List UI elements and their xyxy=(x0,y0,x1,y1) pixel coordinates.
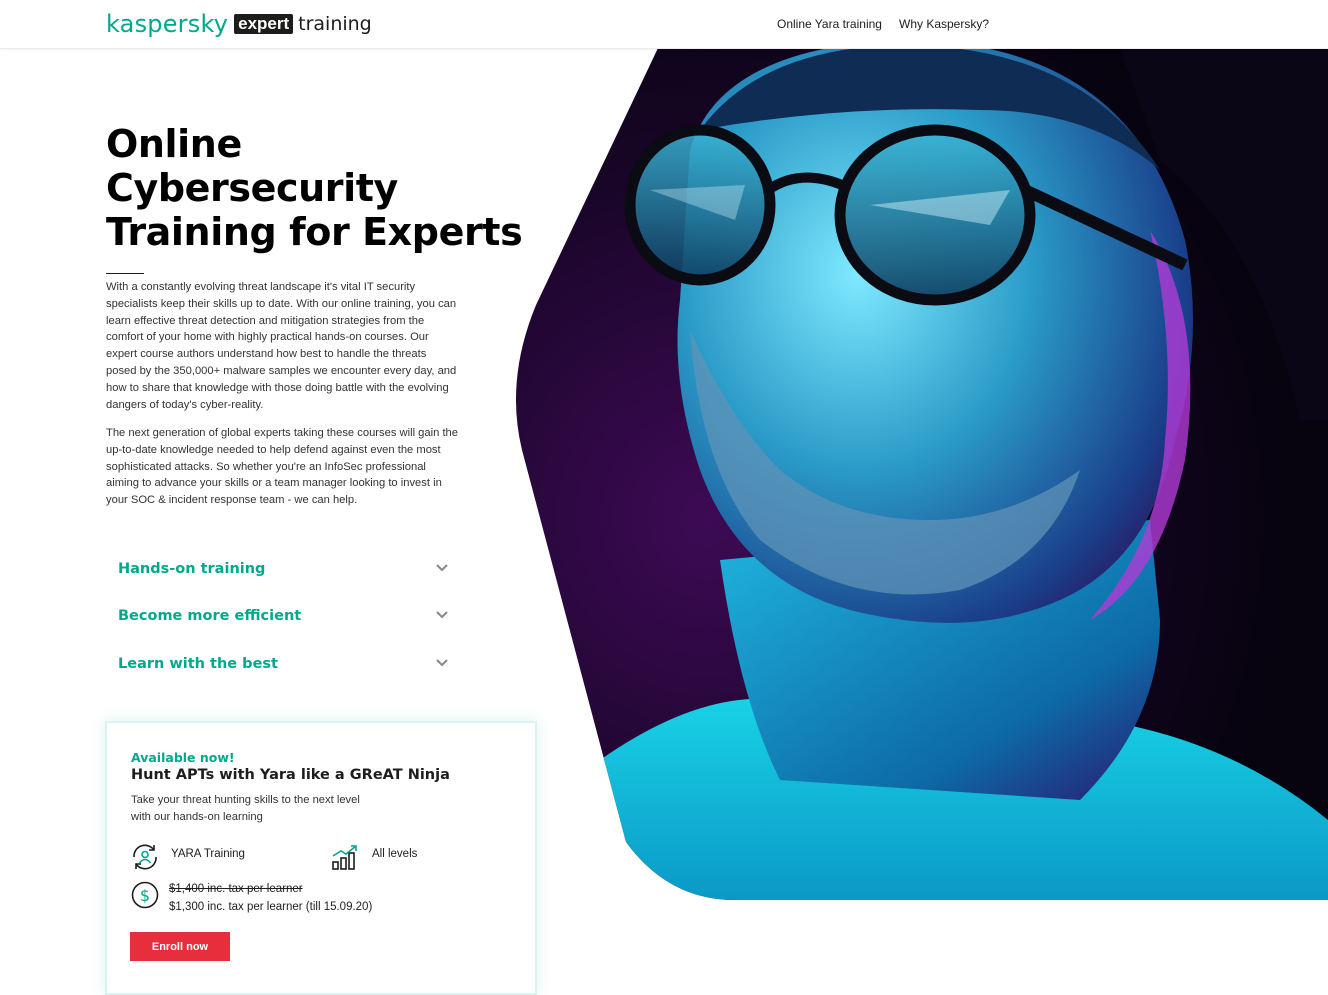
logo-suffix-text: training xyxy=(298,13,372,35)
nav-link-why-kaspersky[interactable]: Why Kaspersky? xyxy=(899,17,989,31)
user-refresh-icon xyxy=(133,844,157,870)
logo-badge-text: expert xyxy=(234,14,294,34)
course-card: Available now! Hunt APTs with Yara like … xyxy=(105,721,537,995)
availability-badge: Available now! xyxy=(131,750,235,765)
accordion-become-more-efficient[interactable]: Become more efficient xyxy=(118,602,450,632)
kaspersky-expert-training-logo[interactable]: kaspersky expert training xyxy=(106,9,372,39)
enroll-now-button[interactable]: Enroll now xyxy=(130,932,230,961)
chevron-down-icon xyxy=(436,659,448,667)
title-divider xyxy=(106,273,144,274)
feature-label-all-levels: All levels xyxy=(372,848,418,860)
course-title: Hunt APTs with Yara like a GReAT Ninja xyxy=(131,767,450,783)
page-title: Online Cybersecurity Training for Expert… xyxy=(106,122,523,254)
svg-text:$: $ xyxy=(140,886,150,905)
intro-paragraph-2: The next generation of global experts ta… xyxy=(106,427,458,507)
intro-paragraph-1: With a constantly evolving threat landsc… xyxy=(106,281,457,411)
accordion-label: Learn with the best xyxy=(118,656,278,672)
course-description: Take your threat hunting skills to the n… xyxy=(131,794,360,823)
chevron-down-icon xyxy=(436,564,448,572)
accordion-label: Become more efficient xyxy=(118,608,302,624)
price-discounted: $1,300 inc. tax per learner (till 15.09.… xyxy=(169,901,373,913)
growth-chart-icon xyxy=(332,845,357,870)
price-original: $1,400 inc. tax per learner xyxy=(169,883,303,895)
feature-label-yara-training: YARA Training xyxy=(171,848,245,860)
accordion-hands-on-training[interactable]: Hands-on training xyxy=(118,555,450,585)
accordion-learn-with-the-best[interactable]: Learn with the best xyxy=(118,650,450,680)
site-header: kaspersky expert training Online Yara tr… xyxy=(0,0,1328,49)
nav-link-online-yara-training[interactable]: Online Yara training xyxy=(777,17,882,31)
accordion-label: Hands-on training xyxy=(118,561,266,577)
dollar-icon: $ xyxy=(131,881,159,909)
chevron-down-icon xyxy=(436,611,448,619)
logo-brand-text: kaspersky xyxy=(106,10,229,38)
